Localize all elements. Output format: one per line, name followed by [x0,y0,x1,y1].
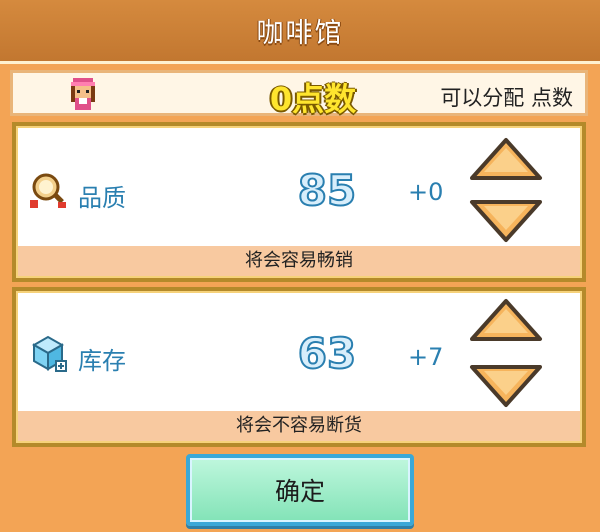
quality-panel: 品质 85 +0 将会容易畅销 [12,122,586,282]
quality-label: 品质 [78,184,126,212]
title-bar: 咖啡馆 [0,0,600,64]
quality-delta: +0 [408,178,444,206]
stock-label: 库存 [78,347,126,375]
stock-value: 63 [297,328,357,379]
stock-hint: 将会不容易断货 [18,411,580,441]
stock-delta: +7 [408,343,444,371]
staff-avatar-icon [71,78,95,110]
points-bar: 0点数 可以分配 点数 [10,70,588,118]
quality-value: 85 [297,165,357,216]
points-value: 0点数 [269,80,357,118]
confirm-button-label: 确定 [274,477,325,506]
quality-magnifier-icon [30,173,66,208]
confirm-button[interactable]: 确定 [186,454,414,526]
quality-increase-button[interactable] [468,136,544,184]
stock-box-icon [31,335,67,372]
page-title: 咖啡馆 [256,18,344,49]
quality-hint: 将会容易畅销 [18,246,580,276]
quality-decrease-button[interactable] [468,196,544,244]
stock-increase-button[interactable] [468,297,544,345]
stock-decrease-button[interactable] [468,361,544,409]
points-caption: 可以分配 点数 [440,86,573,110]
stock-panel: 库存 63 +7 将会不容易断货 [12,287,586,447]
